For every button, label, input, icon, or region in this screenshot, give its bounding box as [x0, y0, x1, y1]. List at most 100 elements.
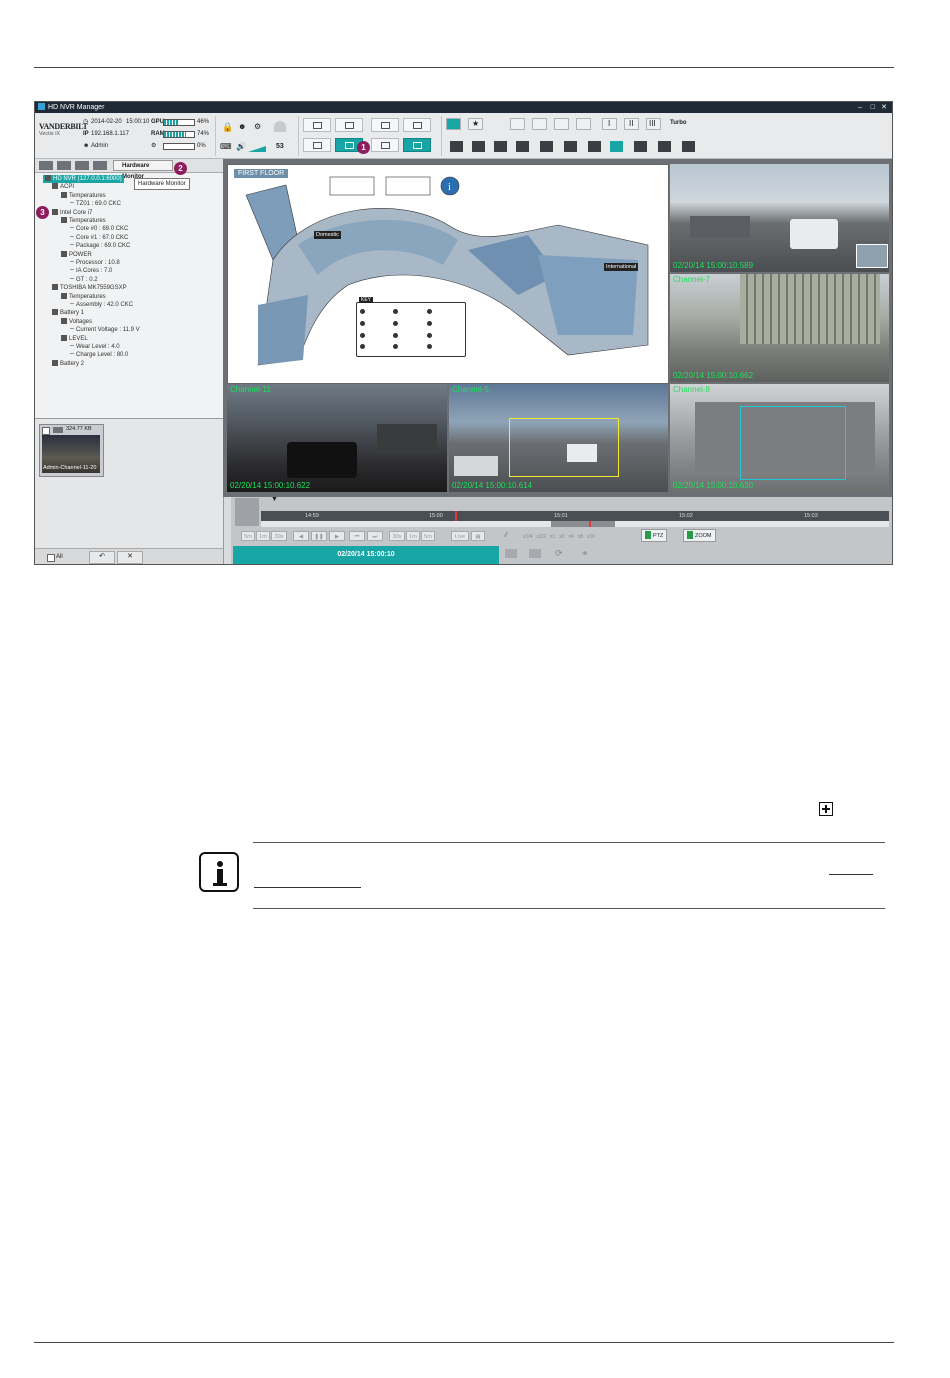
snapshot-thumbnail[interactable]: 324.77 KB Admin-Channel-11-20 [39, 424, 104, 477]
snapshot-checkbox[interactable] [42, 427, 50, 435]
layout-edit-icon[interactable] [510, 118, 525, 130]
layout-1p3-icon[interactable] [564, 141, 577, 152]
tree-node[interactable]: Core #0 : 69.0 CKC [70, 225, 128, 233]
video-tile-2[interactable]: Channel-7 02/20/14 15:00:10.662 [670, 274, 889, 382]
tree-node[interactable]: Package : 69.0 CKC [70, 242, 130, 250]
map-layout-icon[interactable] [446, 118, 461, 130]
export-button[interactable]: ↶ [89, 551, 115, 564]
tab-devices-icon[interactable] [57, 161, 71, 170]
speed-option[interactable]: x8 [578, 534, 583, 540]
pause-button[interactable]: ❚❚ [311, 531, 327, 541]
restore-button[interactable]: □ [871, 102, 875, 113]
speaker-icon[interactable]: 🔊 [236, 142, 246, 151]
zoom-button[interactable]: ZOOM [683, 529, 716, 542]
speed-option[interactable]: x1/2 [536, 534, 545, 540]
tree-node[interactable]: POWER [61, 250, 92, 259]
floor-map[interactable]: FIRST FLOOR i Domestic International KEY [227, 164, 669, 384]
layout-1x1-icon[interactable] [450, 141, 463, 152]
favorite-icon[interactable]: ★ [468, 118, 483, 130]
tree-node[interactable]: Voltages [61, 317, 92, 326]
camera-button[interactable] [403, 138, 431, 152]
tree-node[interactable]: LEVEL [61, 334, 88, 343]
tree-node[interactable]: Temperatures [61, 292, 106, 301]
rewind-30s-button[interactable]: 30s [271, 531, 287, 541]
minimize-button[interactable]: – [858, 102, 862, 113]
tree-node[interactable]: Current Voltage : 11.9 V [70, 326, 140, 334]
search-button[interactable] [303, 138, 331, 152]
tree-node[interactable]: TZ01 : 69.0 CKC [70, 200, 121, 208]
speed-option[interactable]: x1 [550, 534, 555, 540]
video-tile-3[interactable]: Channel-11 02/20/14 15:00:10.622 [227, 384, 447, 492]
rewind-5m-button[interactable]: 5m [241, 531, 255, 541]
speed-option[interactable]: x4 [568, 534, 573, 540]
tree-node[interactable]: Processor : 10.8 [70, 259, 120, 267]
timeline-overview[interactable] [261, 521, 889, 527]
popout-button[interactable] [371, 138, 399, 152]
video-tile-4[interactable]: Channel-5 02/20/14 15:00:10.614 [449, 384, 668, 492]
playback-button[interactable] [303, 118, 331, 132]
tree-node[interactable]: Temperatures [61, 191, 106, 200]
tab-layout-icon[interactable] [93, 161, 107, 170]
note-link-underline[interactable] [254, 887, 361, 888]
step-back-button[interactable]: ⏮ [349, 531, 365, 541]
calendar-icon[interactable]: ▦ [471, 531, 485, 541]
tree-node[interactable]: GT : 0.2 [70, 276, 98, 284]
forward-30s-button[interactable]: 30s [389, 531, 405, 541]
speed-option[interactable]: x2 [559, 534, 564, 540]
video-tile-5[interactable]: Channel-8 02/20/14 15:00:10.630 [670, 384, 889, 492]
stream-1-icon[interactable]: I [602, 118, 617, 130]
layout-1p5-icon[interactable] [588, 141, 601, 152]
rewind-1m-button[interactable]: 1m [256, 531, 270, 541]
tab-stats-icon[interactable] [75, 161, 89, 170]
live-button[interactable]: Live [451, 531, 469, 541]
close-button[interactable]: ✕ [881, 102, 887, 113]
layout-3x3-icon[interactable] [494, 141, 507, 152]
tree-node[interactable]: Battery 1 [52, 309, 84, 317]
tree-node[interactable]: IA Cores : 7.0 [70, 267, 112, 275]
timeline-bar[interactable] [261, 511, 889, 521]
note-link-underline[interactable] [829, 874, 873, 875]
delete-snapshot-button[interactable]: ✕ [117, 551, 143, 564]
keyboard-icon[interactable]: ⌨ [220, 142, 232, 151]
stream-3-icon[interactable]: III [646, 118, 661, 130]
tree-node[interactable]: Charge Level : 80.0 [70, 351, 128, 359]
layout-1p2-icon[interactable] [540, 141, 553, 152]
layout-4x4-icon[interactable] [516, 141, 529, 152]
tree-node[interactable]: HD NVR (127.0.0.1:6000) [43, 175, 124, 183]
lock-icon[interactable]: 🔒 [222, 122, 233, 133]
layout-1p8-icon[interactable] [634, 141, 647, 152]
step-forward-button[interactable]: ⏭ [367, 531, 383, 541]
video-tile-1[interactable]: 02/20/14 15:00:10.589 [670, 164, 889, 272]
layout-save-icon[interactable] [554, 118, 569, 130]
tree-node[interactable]: ACPI [52, 183, 74, 191]
export-clip-icon[interactable] [529, 549, 541, 558]
tree-node[interactable]: TOSHIBA MK7559GSXP [52, 284, 127, 292]
ptz-button[interactable]: PTZ [641, 529, 668, 542]
volume-slider[interactable] [248, 146, 266, 152]
tree-node[interactable]: Core #1 : 67.0 CKC [70, 234, 128, 242]
tree-node[interactable]: Wear Level : 4.0 [70, 343, 120, 351]
snapshot-icon[interactable] [505, 549, 517, 558]
speed-option[interactable]: x1/4 [523, 534, 532, 540]
layout-copy-icon[interactable] [532, 118, 547, 130]
user-settings-icon[interactable]: ⚙ [254, 122, 261, 131]
link-icon[interactable]: ⚭ [581, 548, 589, 559]
dvr-button[interactable] [371, 118, 399, 132]
layout-custom-icon[interactable] [682, 141, 695, 152]
forward-5m-button[interactable]: 5m [421, 531, 435, 541]
tab-hardware-monitor[interactable]: Hardware Monitor [113, 160, 173, 180]
turbo-label[interactable]: Turbo [670, 120, 687, 126]
forward-1m-button[interactable]: 1m [406, 531, 420, 541]
play-reverse-button[interactable]: ◀ [293, 531, 309, 541]
users-icon[interactable]: ☻ [238, 122, 246, 131]
tree-node[interactable]: Battery 2 [52, 359, 84, 368]
timeline-zoom-controls[interactable] [235, 498, 259, 526]
tree-node[interactable]: Temperatures [61, 217, 106, 225]
play-button[interactable]: ▶ [329, 531, 345, 541]
settings-button[interactable] [335, 118, 363, 132]
speed-option[interactable]: x16 [587, 534, 595, 540]
tree-node[interactable]: Intel Core i7 [52, 208, 92, 217]
tab-cameras-icon[interactable] [39, 161, 53, 170]
layout-1p7-icon[interactable] [610, 141, 623, 152]
stream-2-icon[interactable]: II [624, 118, 639, 130]
